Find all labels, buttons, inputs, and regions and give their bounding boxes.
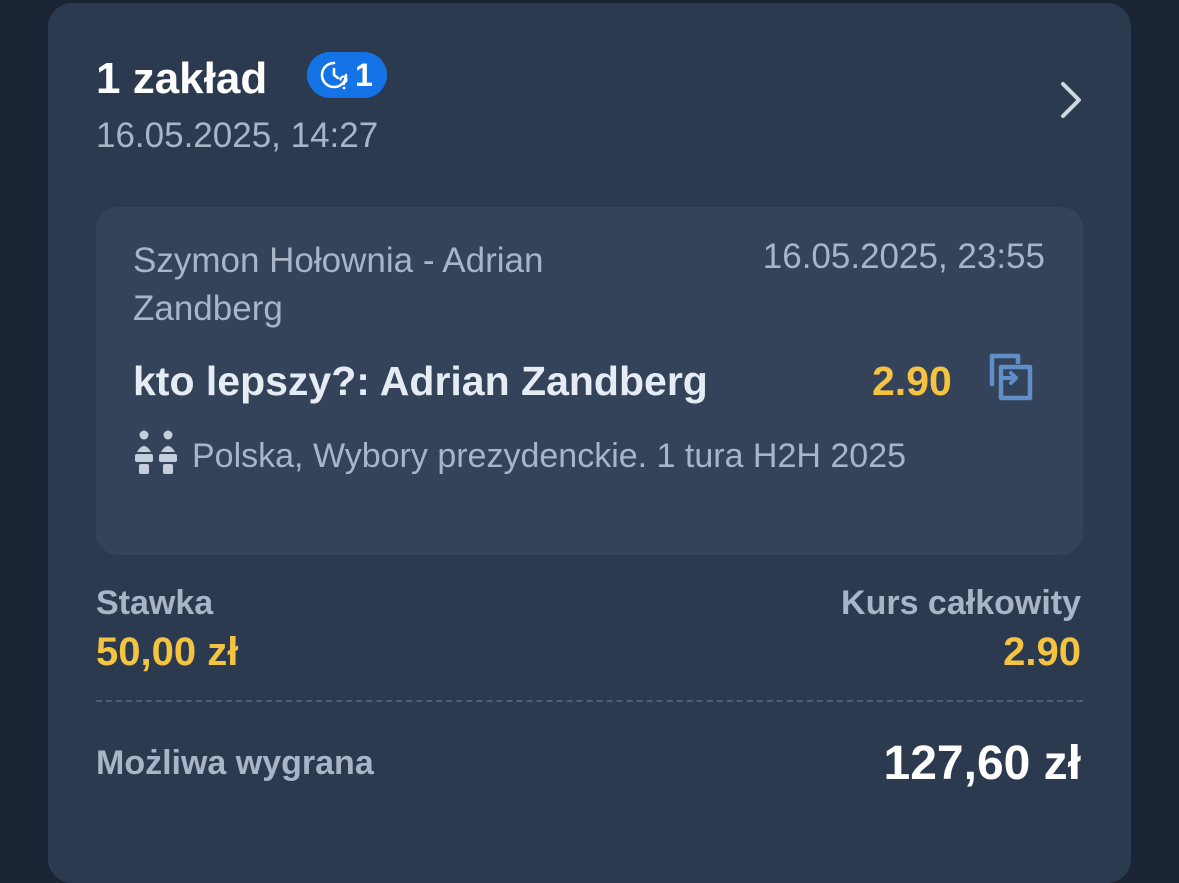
- bet-card[interactable]: 1 zakład 1 16.05.2025, 14:27 Szymon Hoło…: [48, 3, 1131, 883]
- bet-count-title: 1 zakład: [96, 54, 268, 103]
- bet-placed-date: 16.05.2025, 14:27: [96, 116, 379, 155]
- event-league: Polska, Wybory prezydenckie. 1 tura H2H …: [192, 437, 907, 475]
- copy-swap-icon[interactable]: [986, 350, 1034, 404]
- selection-odds: 2.90: [872, 358, 952, 404]
- stake-value: 50,00 zł: [96, 630, 239, 674]
- pending-badge: 1: [307, 52, 387, 98]
- possible-win-label: Możliwa wygrana: [96, 744, 374, 782]
- event-name: Szymon Hołownia - Adrian Zandberg: [133, 241, 544, 328]
- possible-win-value: 127,60 zł: [883, 737, 1081, 790]
- event-panel[interactable]: Szymon Hołownia - Adrian Zandberg 16.05.…: [96, 207, 1083, 555]
- event-date: 16.05.2025, 23:55: [762, 237, 1045, 276]
- clock-question-icon: [320, 61, 348, 90]
- chevron-right-icon[interactable]: [1057, 80, 1087, 120]
- total-odds-value: 2.90: [1003, 630, 1081, 674]
- badge-count: 1: [355, 56, 373, 93]
- dashed-divider: [96, 700, 1083, 702]
- total-odds-label: Kurs całkowity: [841, 584, 1081, 622]
- bet-selection: kto lepszy?: Adrian Zandberg: [133, 358, 708, 404]
- stake-label: Stawka: [96, 584, 214, 622]
